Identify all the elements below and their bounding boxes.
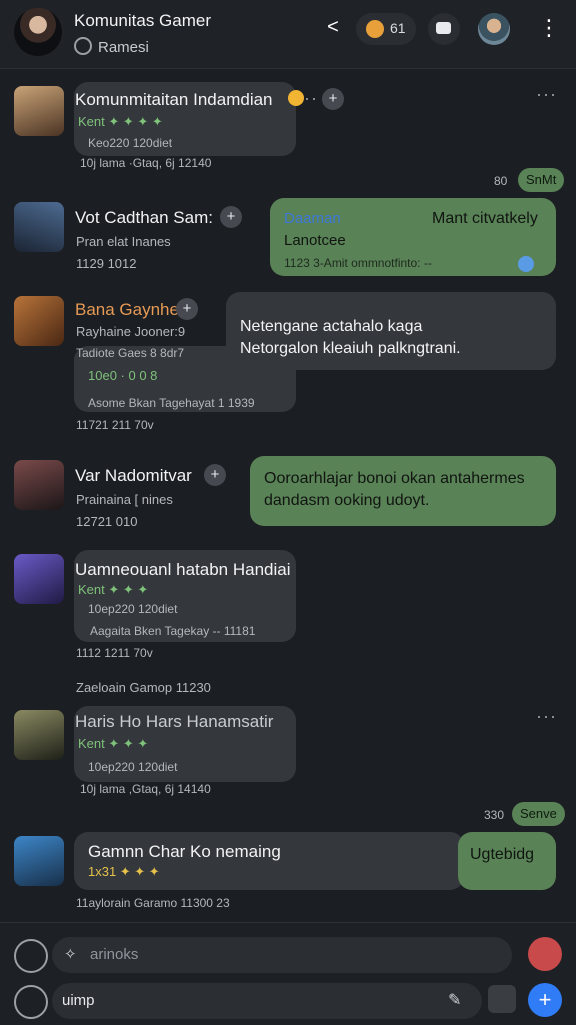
outgoing-bubble[interactable]: Ugtebidg bbox=[458, 832, 556, 890]
avatar[interactable] bbox=[14, 836, 64, 886]
sender-role: Pran elat Inanes bbox=[76, 234, 171, 249]
message-subtext: 10ep220 120diet bbox=[88, 602, 178, 616]
outgoing-text: Ooroarhlajar bonoi okan antahermes bbox=[264, 470, 525, 487]
add-reaction-button[interactable]: + bbox=[220, 206, 242, 228]
reaction-line: 1x31 ✦ ✦ ✦ bbox=[88, 864, 160, 879]
outgoing-meta: 1123 3-Amit ommnotfinto: -- bbox=[284, 256, 432, 270]
avatar[interactable] bbox=[14, 86, 64, 136]
sender-name[interactable]: Komunmitaitan Indamdian bbox=[75, 90, 273, 110]
sender-name[interactable]: Bana Gaynhe bbox=[75, 300, 179, 320]
more-options-icon[interactable]: ⋮ bbox=[538, 14, 560, 42]
message-subtext: Keo220 120diet bbox=[88, 136, 173, 150]
chat-header: Komunitas Gamer Ramesi < 61 ⋮ bbox=[0, 0, 576, 69]
attach-icon[interactable] bbox=[488, 985, 516, 1013]
sender-role: Rayhaine Jooner:9 bbox=[76, 324, 186, 339]
camera-icon[interactable] bbox=[14, 985, 48, 1019]
sender-role: Prainaina [ nines bbox=[76, 492, 173, 507]
group-title[interactable]: Komunitas Gamer bbox=[74, 11, 211, 31]
add-reaction-button[interactable]: + bbox=[204, 464, 226, 486]
emoji-icon bbox=[288, 90, 304, 106]
pen-icon[interactable]: ✎ bbox=[448, 983, 461, 1019]
outgoing-bubble[interactable]: Netengane actahalo kaga Netorgalon kleai… bbox=[226, 292, 556, 370]
reaction-line: 10e0 · 0 0 8 bbox=[88, 368, 158, 383]
add-button[interactable]: + bbox=[528, 983, 562, 1017]
message-subtext: 10ep220 120diet bbox=[88, 760, 178, 774]
outgoing-bubble[interactable]: Ooroarhlajar bonoi okan antahermes danda… bbox=[250, 456, 556, 526]
more-dots-icon[interactable]: ··· bbox=[536, 706, 557, 727]
video-call-button[interactable] bbox=[428, 13, 460, 45]
status-icon bbox=[74, 37, 92, 55]
avatar[interactable] bbox=[14, 460, 64, 510]
timestamp: 1112 1211 70v bbox=[76, 646, 153, 660]
add-reaction-button[interactable]: + bbox=[176, 298, 198, 320]
record-button[interactable] bbox=[528, 937, 562, 971]
reaction-line: Kent ✦ ✦ ✦ ✦ bbox=[78, 114, 163, 129]
message-input[interactable]: uimp ✎ bbox=[52, 983, 482, 1019]
group-subtitle: Ramesi bbox=[74, 37, 149, 56]
profile-avatar[interactable] bbox=[478, 13, 510, 45]
avatar[interactable] bbox=[14, 554, 64, 604]
system-time-label: Zaeloain Gamop 11230 bbox=[76, 680, 211, 695]
timestamp: 12721 010 bbox=[76, 514, 138, 529]
avatar[interactable] bbox=[14, 710, 64, 760]
add-reaction-button[interactable]: + bbox=[322, 88, 344, 110]
share-button[interactable]: < bbox=[320, 16, 346, 42]
sender-name[interactable]: Var Nadomitvar bbox=[75, 466, 192, 486]
outgoing-text: Ugtebidg bbox=[470, 846, 535, 863]
sender-name[interactable]: Gamnn Char Ko nemaing bbox=[88, 842, 281, 862]
time-label: 80 bbox=[494, 174, 508, 188]
more-dots-icon[interactable]: ··· bbox=[536, 84, 557, 105]
outgoing-text: Mant citvatkely bbox=[432, 210, 538, 227]
timestamp: 11aylorain Garamo 11300 23 bbox=[76, 896, 230, 910]
timestamp: 10j lama ·Gtaq, 6j 12140 bbox=[80, 156, 212, 170]
emoji-icon[interactable] bbox=[14, 939, 48, 973]
message-subtext: Tadiote Gaes 8 8dr7 bbox=[76, 346, 185, 360]
avatar[interactable] bbox=[14, 296, 64, 346]
status-chip[interactable]: SnMt bbox=[518, 168, 565, 192]
message-meta: Aagaita Bken Tagekay -- 11181 bbox=[90, 624, 256, 638]
timestamp: 11721 211 70v bbox=[76, 418, 154, 432]
time-label: 330 bbox=[484, 808, 505, 822]
timestamp: 1129 1012 bbox=[76, 256, 137, 271]
search-input[interactable]: ✧ arinoks bbox=[52, 937, 512, 973]
sender-name[interactable]: Uamneouanl hatabn Handiai bbox=[75, 560, 291, 580]
outgoing-text: Netorgalon kleaiuh palkngtrani. bbox=[240, 340, 461, 357]
more-dots-icon[interactable]: ·· bbox=[304, 88, 318, 109]
message-meta: Asome Bkan Tagehayat 1 1939 bbox=[88, 396, 255, 410]
reaction-pill[interactable]: 61 bbox=[356, 13, 416, 45]
outgoing-text: Netengane actahalo kaga bbox=[240, 318, 423, 335]
reaction-icon bbox=[366, 20, 384, 38]
outgoing-bubble[interactable]: Daaman Mant citvatkely Lanotcee 1123 3-A… bbox=[270, 198, 556, 276]
sparkle-icon: ✧ bbox=[64, 946, 77, 963]
outgoing-text: dandasm ooking udoyt. bbox=[264, 492, 430, 509]
reaction-line: Kent ✦ ✦ ✦ bbox=[78, 582, 149, 597]
status-chip[interactable]: Senve bbox=[512, 802, 565, 826]
outgoing-subtext: Lanotcee bbox=[284, 232, 346, 249]
timestamp: 10j lama ,Gtaq, 6j 14140 bbox=[80, 782, 211, 796]
reaction-line: Kent ✦ ✦ ✦ bbox=[78, 736, 149, 751]
avatar[interactable] bbox=[14, 202, 64, 252]
sender-name[interactable]: Haris Ho Hars Hanamsatir bbox=[75, 712, 273, 732]
group-avatar[interactable] bbox=[14, 8, 62, 56]
composer: ✧ arinoks uimp ✎ + bbox=[0, 922, 576, 1025]
read-receipt-icon bbox=[518, 256, 534, 272]
sender-name[interactable]: Vot Cadthan Sam: bbox=[75, 208, 213, 228]
outgoing-title: Daaman bbox=[284, 210, 341, 227]
